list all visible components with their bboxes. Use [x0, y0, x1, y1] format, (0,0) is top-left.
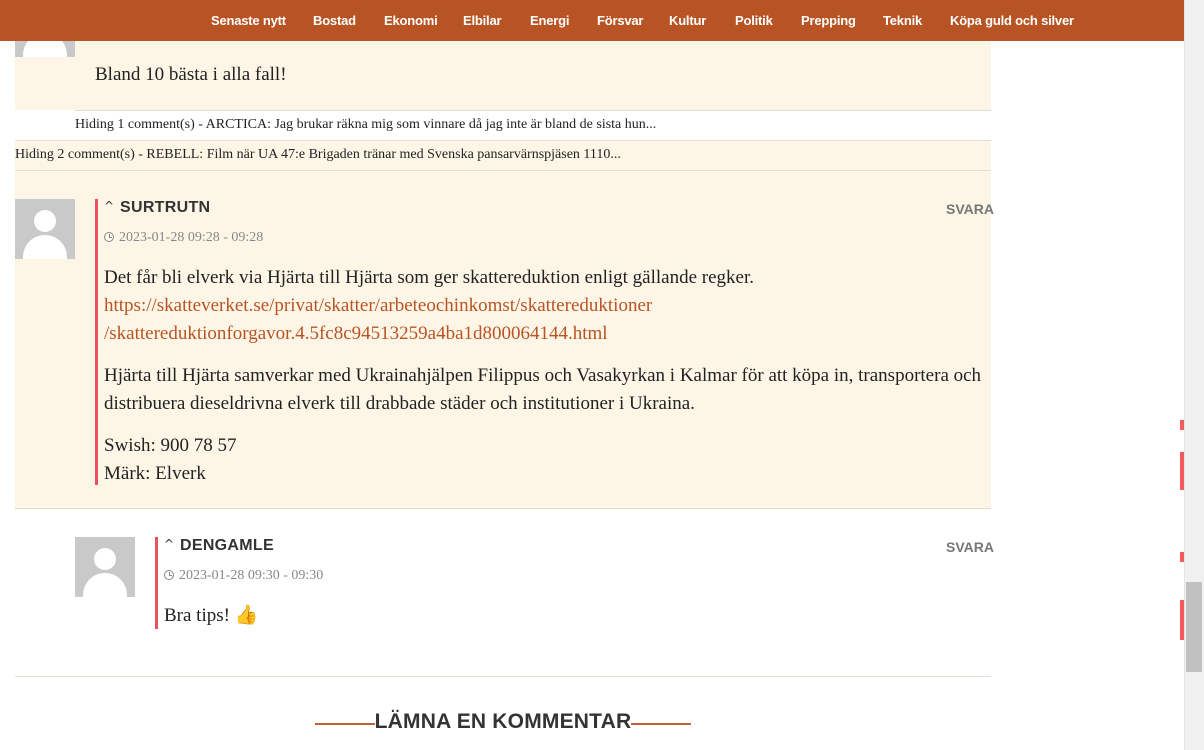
- avatar: [75, 537, 135, 597]
- collapse-caret-icon[interactable]: ^: [104, 199, 114, 213]
- comment-body: Bra tips! 👍: [164, 605, 259, 626]
- nav-elbilar[interactable]: Elbilar: [463, 13, 502, 28]
- partial-comment-text: Bland 10 bästa i alla fall!: [95, 64, 287, 85]
- comment-datetime-text: 2023-01-28 09:28 - 09:28: [119, 230, 264, 245]
- collapse-caret-icon[interactable]: ^: [164, 537, 174, 551]
- avatar: [15, 199, 75, 259]
- comment-author: DENGAMLE: [180, 537, 274, 554]
- heading-line-right: [631, 723, 691, 725]
- nav-kultur[interactable]: Kultur: [669, 13, 706, 28]
- scrollbar-marker: [1180, 552, 1184, 562]
- comment-swish: Swish: 900 78 57: [104, 435, 237, 456]
- comment-accent-bar: [155, 537, 158, 629]
- top-navigation: Senaste nytt Bostad Ekonomi Elbilar Ener…: [0, 0, 1184, 41]
- nav-prepping[interactable]: Prepping: [801, 13, 856, 28]
- nav-politik[interactable]: Politik: [735, 13, 773, 28]
- skatteverket-link-cont[interactable]: /skattereduktionforgavor.4.5fc8c94513259…: [104, 323, 608, 344]
- reply-button[interactable]: SVARA: [946, 201, 994, 217]
- scrollbar-marker: [1180, 600, 1184, 640]
- comment-datetime-text: 2023-01-28 09:30 - 09:30: [179, 568, 324, 583]
- nav-forsvar[interactable]: Försvar: [597, 13, 643, 28]
- clock-icon: [104, 232, 114, 242]
- comment-link: https://skatteverket.se/privat/skatter/a…: [104, 292, 986, 320]
- nav-senaste-nytt[interactable]: Senaste nytt: [211, 13, 286, 28]
- divider: [15, 508, 991, 509]
- nav-teknik[interactable]: Teknik: [883, 13, 922, 28]
- divider: [75, 110, 991, 111]
- scrollbar-marker: [1180, 452, 1184, 490]
- comment-link-cont: /skattereduktionforgavor.4.5fc8c94513259…: [104, 320, 986, 348]
- leave-comment-heading: LÄMNA EN KOMMENTAR: [374, 710, 632, 733]
- comment-mark: Märk: Elverk: [104, 463, 206, 484]
- comment-datetime: 2023-01-28 09:30 - 09:30: [164, 568, 323, 584]
- scrollbar-marker: [1180, 420, 1184, 430]
- scrollbar-thumb[interactable]: [1186, 582, 1202, 672]
- comment-paragraph: Hjärta till Hjärta samverkar med Ukraina…: [104, 365, 982, 414]
- clock-icon: [164, 570, 174, 580]
- nav-kopa-guld[interactable]: Köpa guld och silver: [950, 13, 1074, 28]
- comment-accent-bar: [95, 199, 98, 485]
- nav-energi[interactable]: Energi: [530, 13, 569, 28]
- hidden-comments-toggle[interactable]: Hiding 2 comment(s) - REBELL: Film när U…: [15, 146, 621, 164]
- comment-body: Det får bli elverk via Hjärta till Hjärt…: [104, 264, 986, 488]
- skatteverket-link[interactable]: https://skatteverket.se/privat/skatter/a…: [104, 295, 652, 316]
- comment-author: SURTRUTN: [120, 199, 211, 216]
- nav-ekonomi[interactable]: Ekonomi: [384, 13, 438, 28]
- hidden-comments-toggle[interactable]: Hiding 1 comment(s) - ARCTICA: Jag bruka…: [75, 116, 656, 134]
- comment-datetime: 2023-01-28 09:28 - 09:28: [104, 230, 263, 246]
- divider: [15, 676, 991, 677]
- reply-button[interactable]: SVARA: [946, 539, 994, 555]
- comment-paragraph: Det får bli elverk via Hjärta till Hjärt…: [104, 267, 754, 288]
- nav-bostad[interactable]: Bostad: [313, 13, 356, 28]
